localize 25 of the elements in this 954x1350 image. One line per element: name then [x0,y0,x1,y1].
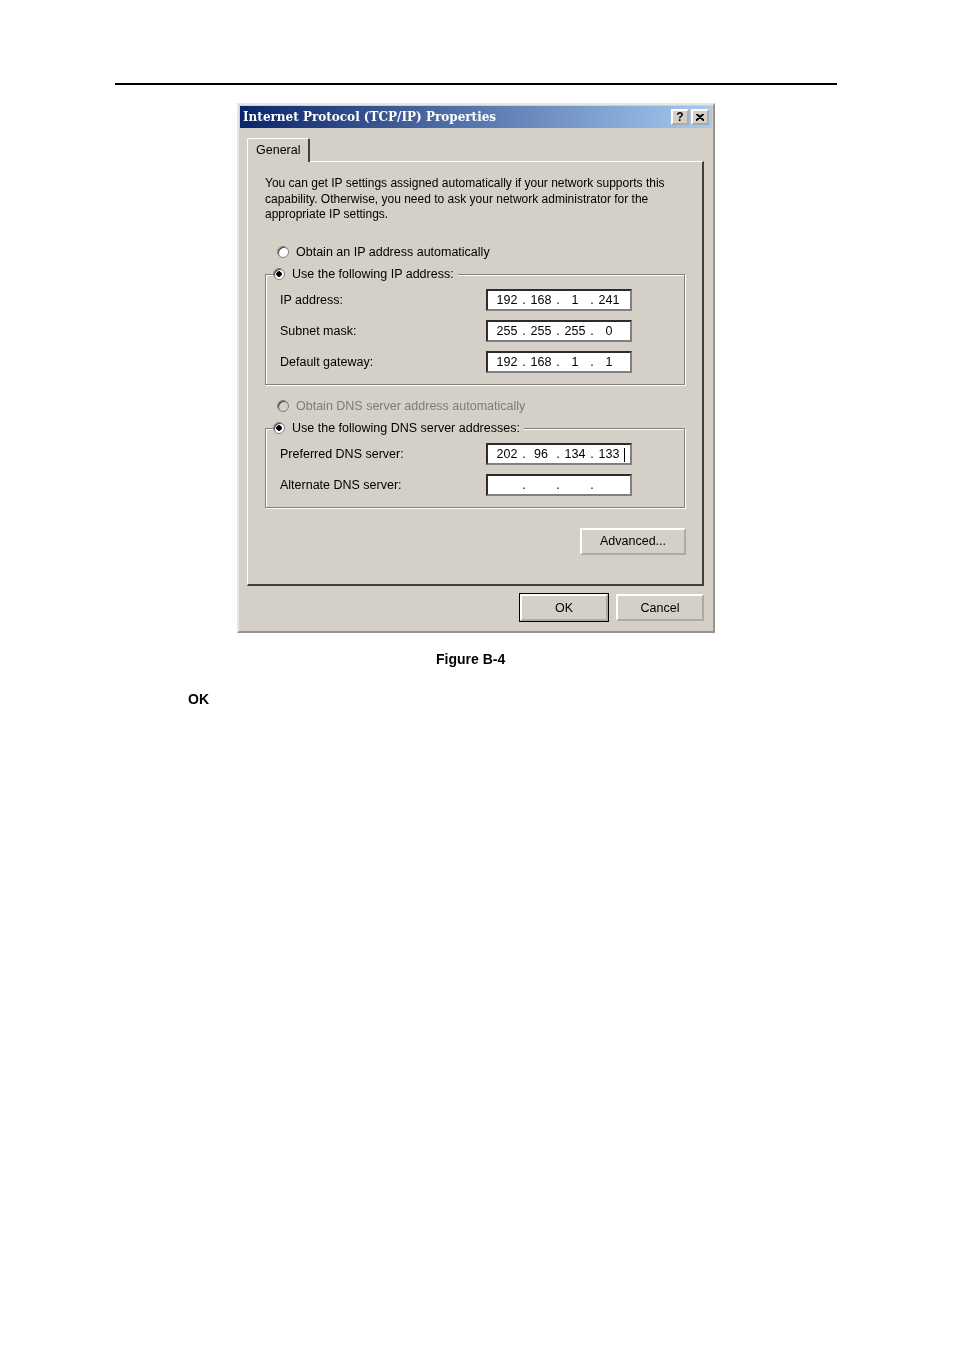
field-label: Alternate DNS server: [280,478,403,492]
radio-label[interactable]: Obtain an IP address automatically [296,244,490,259]
ip-address-field[interactable]: 255 . 255 . 255 . 0 [486,320,632,342]
field-label: Subnet mask: [280,324,358,338]
ok-button[interactable]: OK [520,594,608,621]
ip-address-field[interactable]: . . . [486,474,632,496]
ip-address-field[interactable]: 192 . 168 . 1 . 1 [486,351,632,373]
figure-caption: Figure B-4 [435,651,507,667]
advanced-button[interactable]: Advanced... [580,527,686,555]
ip-address-field[interactable]: 192 . 168 . 1 . 241 [486,289,632,311]
field-label: Default gateway: [280,355,375,369]
description-text: You can get IP settings assigned automatically if your network supports this capability. Otherwise, you need to ask your network administrator for the appropriate IP settings. [265,176,666,223]
tab[interactable]: General [247,138,311,162]
field-label: Preferred DNS server: [280,447,405,461]
cancel-button[interactable]: Cancel [616,594,704,621]
radio-label[interactable]: Use the following DNS server addresses: [292,420,520,435]
note-text: OK [188,691,210,707]
close-button[interactable] [691,109,709,125]
ip-address-field[interactable]: 202 . 96 . 134 . 133 [486,443,632,465]
radio-button[interactable] [277,245,289,258]
window-title: Internet Protocol (TCP/IP) Properties [243,110,497,124]
close-icon [696,113,704,121]
radio-label[interactable]: Use the following IP address: [292,266,454,281]
help-button[interactable]: ? [671,109,689,125]
field-label: IP address: [280,293,344,307]
